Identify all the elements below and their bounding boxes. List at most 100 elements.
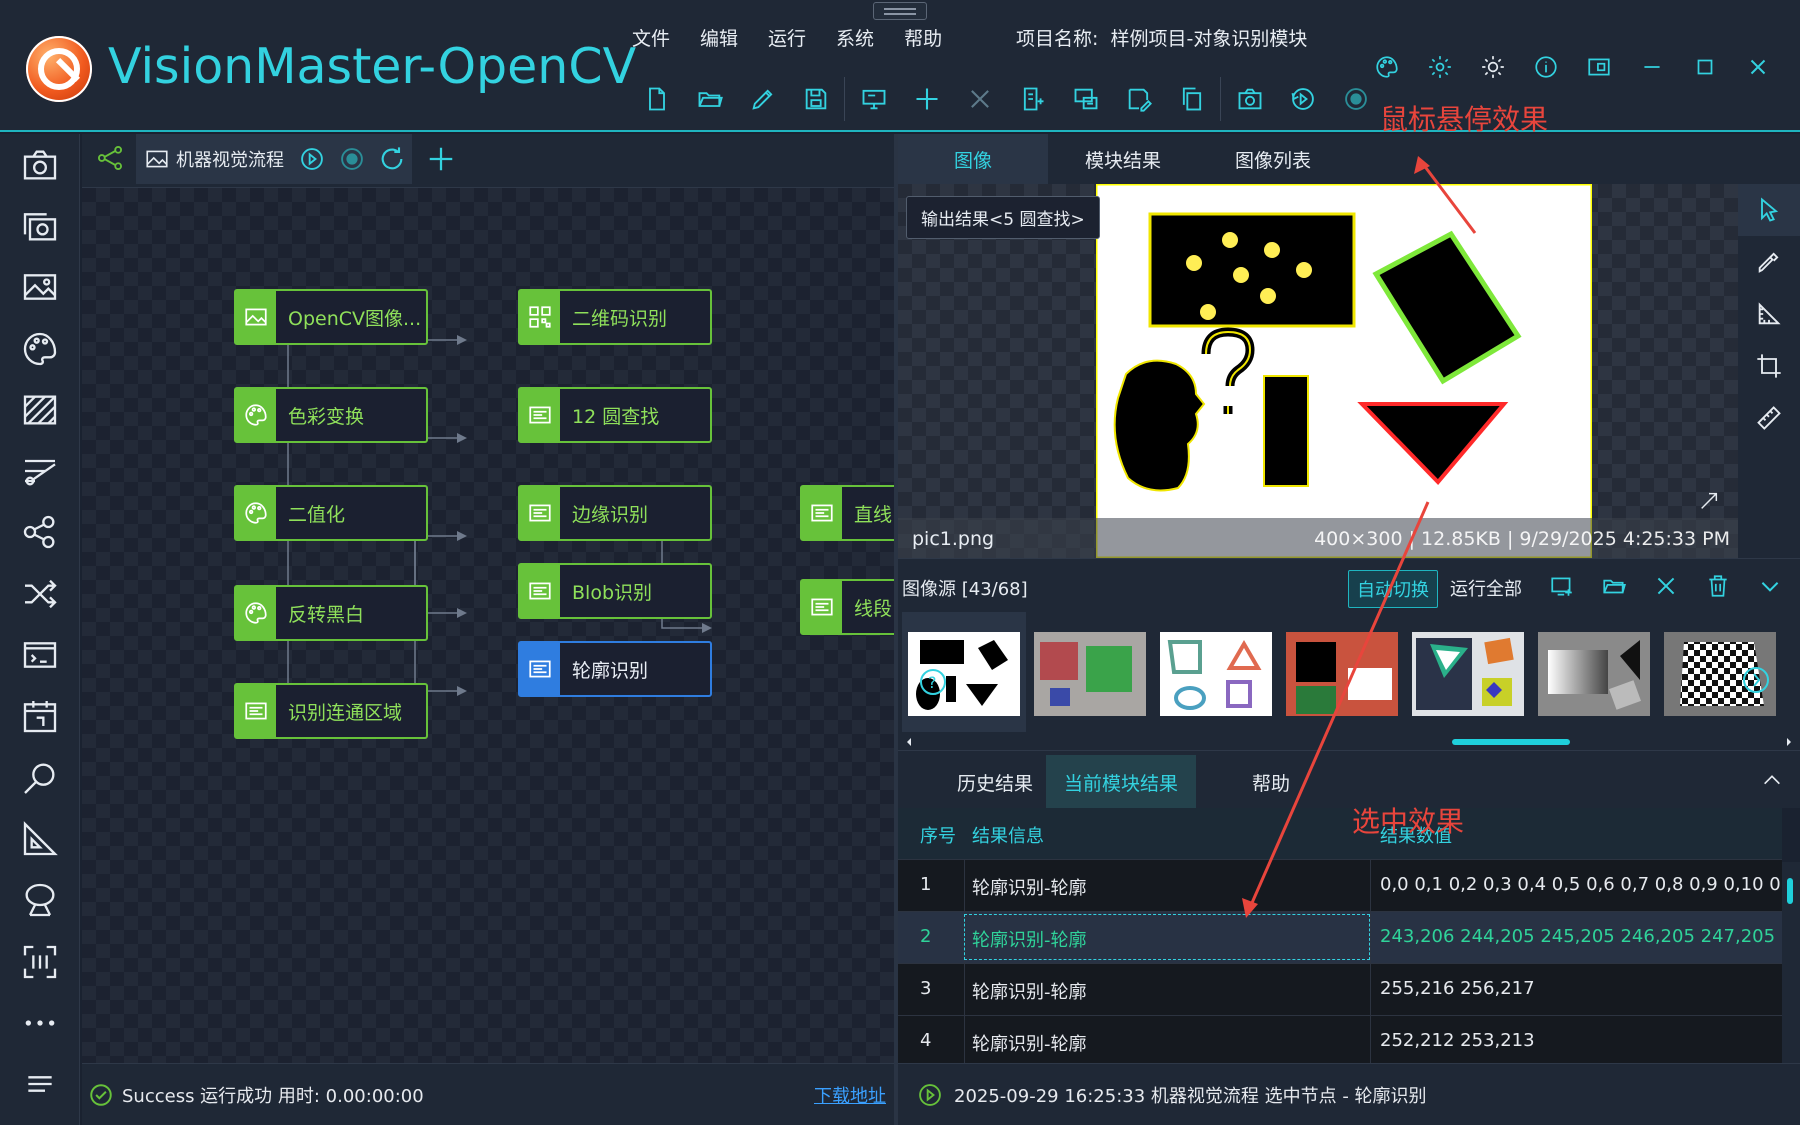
eyedropper-icon[interactable]: [1738, 236, 1800, 288]
tab-image[interactable]: 图像: [898, 134, 1048, 184]
menu-help[interactable]: 帮助: [904, 24, 942, 51]
tab-current-module-results[interactable]: 当前模块结果: [1046, 755, 1196, 809]
triangle-ruler-icon[interactable]: [0, 808, 80, 869]
menu-icon[interactable]: [0, 1053, 80, 1114]
add-flow-icon[interactable]: [426, 144, 456, 174]
more-icon[interactable]: [0, 992, 80, 1053]
table-row-selected[interactable]: 2 轮廓识别-轮廓 243,206 244,205 245,205 246,20…: [898, 912, 1782, 964]
tab-help[interactable]: 帮助: [1196, 755, 1346, 809]
ruler-icon[interactable]: [1738, 392, 1800, 444]
thumbnail-noise-squares[interactable]: [1034, 632, 1146, 716]
scrollbar-thumb[interactable]: [1787, 878, 1793, 904]
flow-node-contour[interactable]: 轮廓识别: [518, 641, 712, 697]
run-once-icon[interactable]: [298, 145, 326, 173]
scrollbar-thumb[interactable]: [1452, 739, 1570, 745]
share-graph-icon[interactable]: [96, 144, 124, 172]
tab-module-result[interactable]: 模块结果: [1048, 134, 1198, 184]
thumbnail-geometric-colors[interactable]: [1412, 632, 1524, 716]
close-window-icon[interactable]: [1731, 48, 1784, 86]
add-screen-icon[interactable]: [1536, 567, 1588, 605]
run-all-button[interactable]: 运行全部: [1450, 575, 1522, 601]
menu-system[interactable]: 系统: [836, 24, 874, 51]
report-icon[interactable]: [1006, 78, 1059, 120]
close-icon[interactable]: [953, 78, 1006, 120]
flow-node-edge-detect[interactable]: 边缘识别: [518, 485, 712, 541]
scan-icon[interactable]: [0, 931, 80, 992]
terminal-icon[interactable]: [0, 624, 80, 685]
pointer-icon[interactable]: [1738, 184, 1800, 236]
tab-image-list[interactable]: 图像列表: [1198, 134, 1348, 184]
calendar-icon[interactable]: [0, 686, 80, 747]
thumbnail-scrollbar[interactable]: [898, 734, 1800, 750]
edit-icon[interactable]: [736, 78, 789, 120]
flow-canvas[interactable]: OpenCV图像... 二维码识别 色彩变换 12 圆查找 二值化 边缘识别 直…: [82, 188, 894, 1063]
open-folder-icon[interactable]: [1588, 567, 1640, 605]
shuffle-icon[interactable]: [0, 563, 80, 624]
table-row[interactable]: 1 轮廓识别-轮廓 0,0 0,1 0,2 0,3 0,4 0,5 0,6 0,…: [898, 860, 1782, 912]
download-link[interactable]: 下载地址: [814, 1082, 886, 1108]
close-icon[interactable]: [1640, 567, 1692, 605]
search-icon[interactable]: [0, 747, 80, 808]
flow-node-connected-region[interactable]: 识别连通区域: [234, 683, 428, 739]
monitor-icon[interactable]: [847, 78, 900, 120]
menu-file[interactable]: 文件: [632, 24, 670, 51]
menu-run[interactable]: 运行: [768, 24, 806, 51]
new-file-icon[interactable]: [630, 78, 683, 120]
screen-add-icon[interactable]: [1059, 78, 1112, 120]
plus-icon[interactable]: [900, 78, 953, 120]
pattern-icon[interactable]: [0, 379, 80, 440]
flow-node-segment[interactable]: 线段: [800, 579, 894, 635]
flow-node-circle-find[interactable]: 12 圆查找: [518, 387, 712, 443]
flow-node-binarize[interactable]: 二值化: [234, 485, 428, 541]
ruler-square-icon[interactable]: [1738, 288, 1800, 340]
multi-camera-icon[interactable]: [0, 195, 80, 256]
thumbnail-checkerboard[interactable]: [1664, 632, 1776, 716]
image-icon[interactable]: [0, 257, 80, 318]
chevron-up-icon[interactable]: [1758, 769, 1786, 791]
info-icon[interactable]: [1519, 48, 1572, 86]
flow-node-opencv-image[interactable]: OpenCV图像...: [234, 289, 428, 345]
auto-switch-button[interactable]: 自动切换: [1348, 570, 1438, 608]
palette-icon[interactable]: [1360, 48, 1413, 86]
thumbnail-red-collage[interactable]: [1286, 632, 1398, 716]
measure-cut-icon[interactable]: [0, 440, 80, 501]
chevron-left-icon[interactable]: [904, 737, 914, 747]
tab-machine-vision-flow[interactable]: 机器视觉流程: [136, 134, 412, 184]
table-scrollbar[interactable]: [1782, 862, 1800, 1063]
copy-icon[interactable]: [1165, 78, 1218, 120]
drag-grip[interactable]: [873, 2, 927, 20]
save-icon[interactable]: [789, 78, 842, 120]
expand-icon[interactable]: [1698, 490, 1720, 512]
camera-icon[interactable]: [1223, 78, 1276, 120]
maximize-icon[interactable]: [1678, 48, 1731, 86]
thumbnail-gradient[interactable]: [1538, 632, 1650, 716]
loop-icon[interactable]: [378, 145, 406, 173]
trash-icon[interactable]: [1692, 567, 1744, 605]
minimize-icon[interactable]: [1625, 48, 1678, 86]
open-folder-icon[interactable]: [683, 78, 736, 120]
balloon-icon[interactable]: [0, 870, 80, 931]
chevron-down-icon[interactable]: [1744, 567, 1796, 605]
table-row[interactable]: 3 轮廓识别-轮廓 255,216 256,217: [898, 964, 1782, 1016]
save-as-icon[interactable]: [1112, 78, 1165, 120]
result-image[interactable]: [1096, 184, 1592, 558]
flow-node-invert[interactable]: 反转黑白: [234, 585, 428, 641]
flow-node-blob[interactable]: Blob识别: [518, 563, 712, 619]
flow-node-qrcode[interactable]: 二维码识别: [518, 289, 712, 345]
replay-icon[interactable]: [1276, 78, 1329, 120]
thumbnail-shapes[interactable]: ?: [908, 632, 1020, 716]
crop-icon[interactable]: [1738, 340, 1800, 392]
gear-icon[interactable]: [1413, 48, 1466, 86]
flow-node-color-transform[interactable]: 色彩变换: [234, 387, 428, 443]
camera-icon[interactable]: [0, 134, 80, 195]
thumbnail-outline-shapes[interactable]: [1160, 632, 1272, 716]
screen-icon[interactable]: [1572, 48, 1625, 86]
table-row[interactable]: 4 轮廓识别-轮廓 252,212 253,213: [898, 1016, 1782, 1063]
flow-node-line[interactable]: 直线: [800, 485, 894, 541]
chevron-right-icon[interactable]: [1784, 737, 1794, 747]
menu-edit[interactable]: 编辑: [700, 24, 738, 51]
brightness-icon[interactable]: [1466, 48, 1519, 86]
image-viewer[interactable]: 输出结果<5 圆查找> pic1.png 400×300 | 12.85KB |…: [898, 184, 1738, 558]
stop-icon[interactable]: [338, 145, 366, 173]
nodes-icon[interactable]: [0, 502, 80, 563]
